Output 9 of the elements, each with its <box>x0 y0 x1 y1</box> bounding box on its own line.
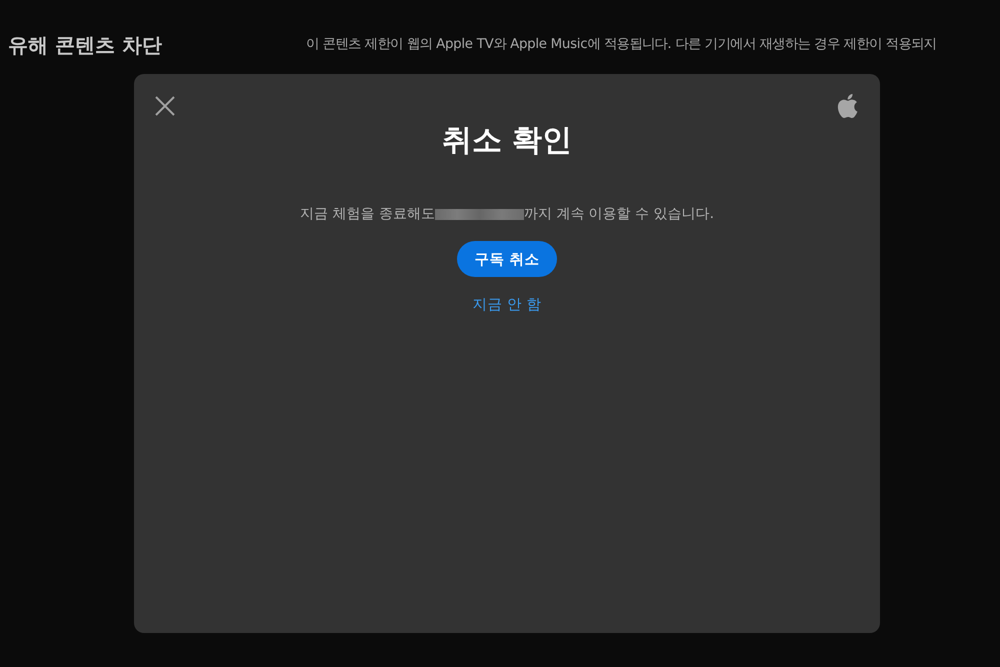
cancel-subscription-button[interactable]: 구독 취소 <box>457 241 557 277</box>
close-button[interactable] <box>154 95 176 117</box>
dialog-title: 취소 확인 <box>442 122 572 160</box>
not-now-link[interactable]: 지금 안 함 <box>472 295 542 314</box>
message-text: 까지 계속 이용할 수 있습니다. <box>524 205 714 223</box>
section-heading: 유해 콘텐츠 차단 <box>8 32 163 59</box>
section-description: 이 콘텐츠 제한이 웹의 Apple TV와 Apple Music에 적용됩니다. 다른 기기에서 재생하는 경우 제한이 적용되지 <box>306 36 936 54</box>
message-text: 지금 체험을 종료해도 <box>300 205 435 223</box>
apple-icon <box>837 94 858 118</box>
